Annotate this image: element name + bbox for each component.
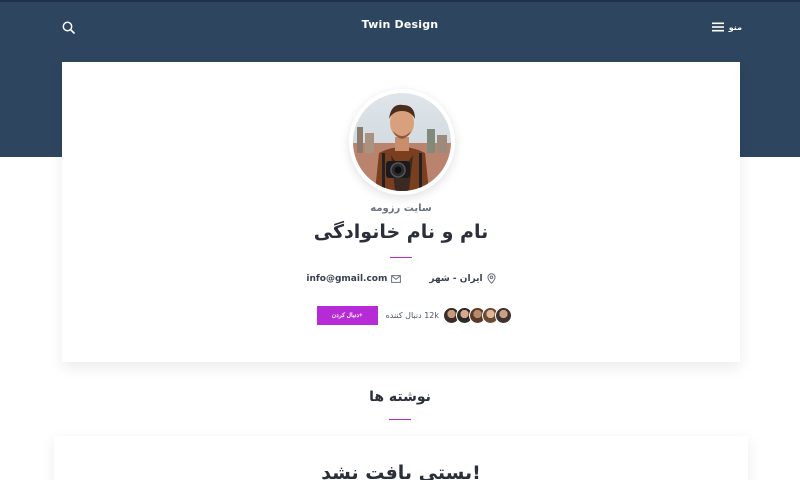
profile-name: نام و نام خانوادگی <box>313 221 489 243</box>
followers-row: 12k دنبال کننده +دنبال کردن <box>302 305 512 325</box>
header-top-border <box>0 0 800 2</box>
search-icon <box>62 21 75 34</box>
email-item[interactable]: info@gmail.com <box>306 273 402 284</box>
site-subtitle: سایت رزومه <box>370 203 432 214</box>
menu-button[interactable]: منو <box>711 19 742 35</box>
email-text: info@gmail.com <box>306 273 388 284</box>
envelope-icon <box>391 274 402 283</box>
profile-avatar <box>353 93 451 191</box>
followers-count: 12k دنبال کننده <box>386 311 439 320</box>
location-pin-icon <box>487 273 496 284</box>
name-divider <box>390 257 412 258</box>
site-brand[interactable]: Twin Design <box>300 18 500 31</box>
search-button[interactable] <box>60 19 76 35</box>
contact-info: ایران - شهر info@gmail.com <box>62 273 740 284</box>
location-item: ایران - شهر <box>429 273 496 284</box>
no-posts-message: پستی یافت نشد! <box>321 462 481 480</box>
avatar-frame <box>349 89 455 195</box>
location-text: ایران - شهر <box>429 273 483 284</box>
hamburger-icon <box>711 22 724 32</box>
posts-section-title: نوشته ها <box>369 389 431 405</box>
followers-avatars <box>443 306 512 324</box>
posts-title-divider <box>389 419 411 420</box>
followers-number: 12k <box>424 310 439 320</box>
follower-avatar[interactable] <box>495 306 512 324</box>
profile-card: سایت رزومه نام و نام خانوادگی ایران - شه… <box>62 62 740 362</box>
posts-card: پستی یافت نشد! <box>54 436 748 480</box>
follow-button[interactable]: +دنبال کردن <box>316 305 378 325</box>
menu-label: منو <box>728 22 742 32</box>
followers-label: دنبال کننده <box>385 310 422 320</box>
